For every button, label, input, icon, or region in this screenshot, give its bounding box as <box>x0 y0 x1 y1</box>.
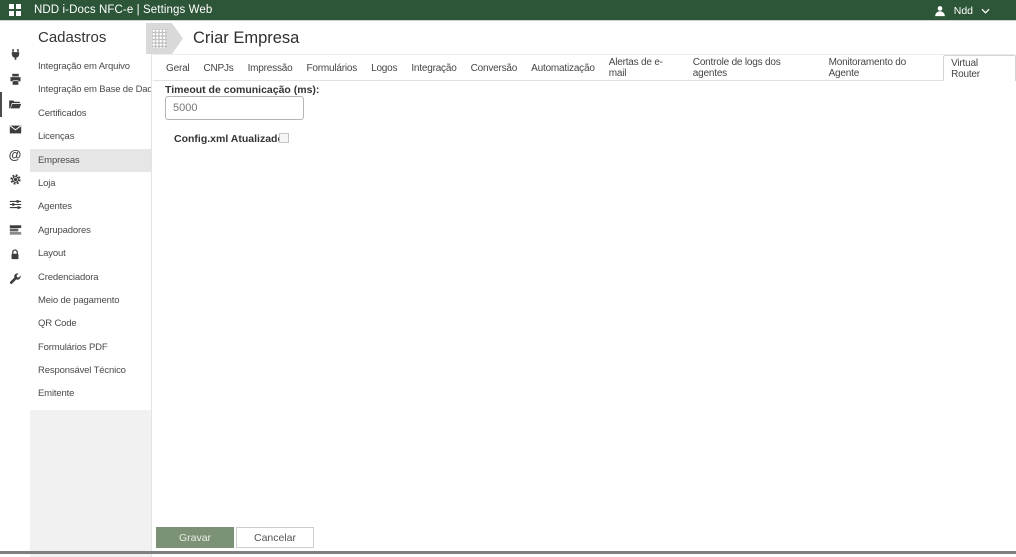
rail-item-printing[interactable] <box>0 67 30 92</box>
tab-controle-de-logs[interactable]: Controle de logs dos agentes <box>686 55 822 81</box>
configxml-checkbox[interactable] <box>279 133 289 143</box>
user-icon <box>934 5 945 16</box>
tab-monitoramento-do-agente[interactable]: Monitoramento do Agente <box>822 55 944 81</box>
sidebar-item-licencas[interactable]: Licenças <box>30 125 151 148</box>
tab-virtual-router[interactable]: Virtual Router <box>943 55 1016 81</box>
app-title: NDD i-Docs NFC-e | Settings Web <box>34 4 213 16</box>
sidebar-title: Cadastros <box>38 29 107 46</box>
sidebar-item-credenciadora[interactable]: Credenciadora <box>30 266 151 289</box>
at-sign-icon: @ <box>8 147 22 162</box>
sidebar-item-qr-code[interactable]: QR Code <box>30 312 151 335</box>
user-menu[interactable]: Ndd <box>934 0 990 21</box>
sidebar-item-meio-de-pagamento[interactable]: Meio de pagamento <box>30 289 151 312</box>
rail-item-settings[interactable] <box>0 167 30 192</box>
sidebar-item-empresas[interactable]: Empresas <box>30 148 151 172</box>
gear-icon <box>9 174 21 185</box>
tab-integracao[interactable]: Integração <box>404 55 463 81</box>
tab-geral[interactable]: Geral <box>159 55 196 81</box>
wrench-icon <box>9 273 21 284</box>
printer-icon <box>9 73 21 85</box>
building-icon <box>152 29 167 48</box>
sidebar-item-agrupadores[interactable]: Agrupadores <box>30 219 151 242</box>
rail-item-email-alerts[interactable]: @ <box>0 142 30 167</box>
sidebar-item-formularios-pdf[interactable]: Formulários PDF <box>30 336 151 359</box>
app-window: NDD i-Docs NFC-e | Settings Web Ndd @ Ca… <box>0 0 1016 557</box>
configxml-label: Config.xml Atualizado <box>174 133 284 145</box>
chevron-down-icon <box>981 8 990 14</box>
tab-logos[interactable]: Logos <box>364 55 404 81</box>
user-name: Ndd <box>953 4 973 17</box>
timeout-input[interactable] <box>165 96 304 120</box>
horizontal-scrollbar[interactable] <box>0 551 1016 554</box>
sidebar-item-integracao-em-base-de-dados[interactable]: Integração em Base de Dados <box>30 78 151 101</box>
cancel-button[interactable]: Cancelar <box>236 527 314 548</box>
rail-item-security[interactable] <box>0 242 30 267</box>
tab-conversao[interactable]: Conversão <box>464 55 525 81</box>
ndd-logo-icon <box>9 4 21 16</box>
tab-impressao[interactable]: Impressão <box>241 55 300 81</box>
stack-icon <box>9 225 21 235</box>
lock-icon <box>11 249 19 260</box>
main-content: Criar Empresa Geral CNPJs Impressão Form… <box>146 22 1016 557</box>
rail-item-logs[interactable] <box>0 217 30 242</box>
envelope-icon <box>9 125 21 134</box>
timeout-label: Timeout de comunicação (ms): <box>165 84 320 96</box>
rail-item-registrations[interactable] <box>0 92 30 117</box>
sidebar-item-certificados[interactable]: Certificados <box>30 102 151 125</box>
tab-formularios[interactable]: Formulários <box>299 55 364 81</box>
sidebar-item-layout[interactable]: Layout <box>30 242 151 265</box>
rail-item-mail[interactable] <box>0 117 30 142</box>
sidebar: Cadastros Integração em Arquivo Integraç… <box>30 22 152 557</box>
tab-bar: Geral CNPJs Impressão Formulários Logos … <box>153 54 1016 81</box>
sliders-icon <box>9 200 21 209</box>
page-title: Criar Empresa <box>193 29 300 47</box>
rail-item-integrations[interactable] <box>0 42 30 67</box>
rail-item-preferences[interactable] <box>0 192 30 217</box>
icon-rail: @ <box>0 22 30 557</box>
sidebar-item-loja[interactable]: Loja <box>30 172 151 195</box>
save-button[interactable]: Gravar <box>156 527 234 548</box>
sidebar-item-integracao-em-arquivo[interactable]: Integração em Arquivo <box>30 55 151 78</box>
sidebar-item-agentes[interactable]: Agentes <box>30 195 151 218</box>
plug-icon <box>11 48 19 60</box>
rail-item-tools[interactable] <box>0 267 30 292</box>
tab-alertas-de-email[interactable]: Alertas de e-mail <box>602 55 686 81</box>
breadcrumb-arrow <box>146 23 183 54</box>
page-header: Criar Empresa <box>146 23 299 54</box>
folder-open-icon <box>9 100 22 109</box>
sidebar-item-responsavel-tecnico[interactable]: Responsável Técnico <box>30 359 151 382</box>
tab-automatizacao[interactable]: Automatização <box>524 55 602 81</box>
sidebar-item-emitente[interactable]: Emitente <box>30 382 151 405</box>
topbar: NDD i-Docs NFC-e | Settings Web Ndd <box>0 0 1016 21</box>
tab-cnpjs[interactable]: CNPJs <box>196 55 240 81</box>
